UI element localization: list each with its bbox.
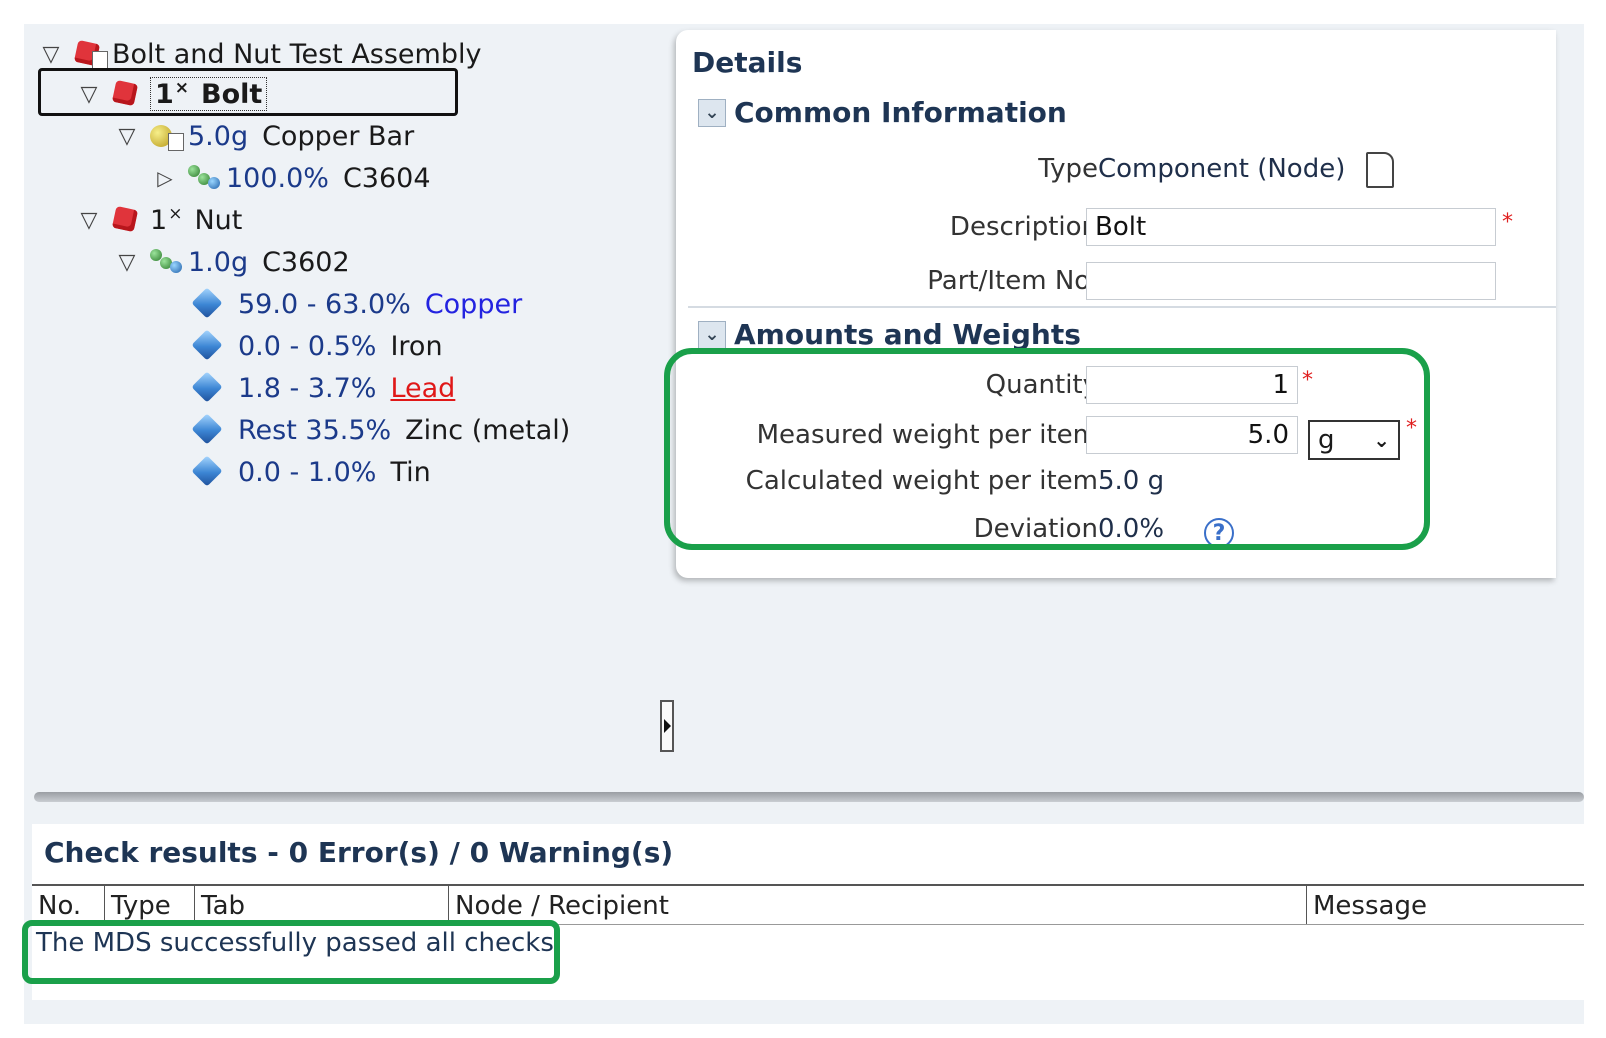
section-title: Amounts and Weights <box>734 318 1081 351</box>
column-header-tab[interactable]: Tab <box>194 884 448 924</box>
required-marker: * <box>1502 210 1513 235</box>
portion-value: 0.0 - 1.0% <box>238 456 377 488</box>
details-title: Details <box>692 46 803 79</box>
portion-value: 59.0 - 63.0% <box>238 288 411 320</box>
tree-node-substance[interactable]: 0.0 - 1.0% Tin <box>190 452 431 492</box>
chevron-down-icon[interactable]: ⌄ <box>698 98 726 127</box>
type-value: Component (Node) <box>1098 154 1346 184</box>
highlight-check-message <box>22 920 560 984</box>
substance-icon <box>190 287 226 319</box>
collapse-icon[interactable]: ▽ <box>114 124 140 149</box>
tree-node-label: Bolt and Nut Test Assembly <box>112 38 482 70</box>
horizontal-splitter[interactable] <box>34 792 1584 802</box>
portion-value: 1.8 - 3.7% <box>238 372 377 404</box>
component-icon <box>110 205 146 235</box>
weight-value: 1.0g <box>188 246 249 278</box>
description-label: Description <box>949 212 1098 242</box>
portion-value: 100.0% <box>226 162 329 194</box>
tree-node-c3604[interactable]: ▷ 100.0% C3604 <box>152 158 431 198</box>
tree-node-label: C3602 <box>262 246 350 278</box>
chevron-down-icon[interactable]: ⌄ <box>698 320 726 349</box>
component-tree: ▽ Bolt and Nut Test Assembly ▽ 1× Bolt ▽ … <box>24 24 684 804</box>
collapse-icon[interactable]: ▽ <box>76 208 102 233</box>
tree-node-label: Copper Bar <box>262 120 415 152</box>
part-item-field[interactable] <box>1086 262 1496 300</box>
tree-node-label: Copper <box>424 288 523 320</box>
document-icon[interactable] <box>1366 152 1394 188</box>
tree-node-label: Lead <box>390 372 456 404</box>
tree-node-label: 1× Nut <box>150 204 243 236</box>
tree-node-substance[interactable]: Rest 35.5% Zinc (metal) <box>190 410 570 450</box>
column-header-type[interactable]: Type <box>104 884 194 924</box>
tree-node-substance[interactable]: 0.0 - 0.5% Iron <box>190 326 443 366</box>
collapse-icon[interactable]: ▽ <box>38 42 64 67</box>
portion-value: Rest 35.5% <box>238 414 392 446</box>
component-icon <box>110 79 146 109</box>
weight-value: 5.0g <box>188 120 249 152</box>
assembly-icon <box>72 39 108 69</box>
description-field[interactable] <box>1086 208 1496 246</box>
semi-component-icon <box>148 121 184 151</box>
tree-node-label: Iron <box>390 330 443 362</box>
type-label: Type <box>1038 154 1098 184</box>
tree-node-copper-bar[interactable]: ▽ 5.0g Copper Bar <box>114 116 415 156</box>
section-divider <box>688 306 1556 308</box>
tree-node-bolt[interactable]: ▽ 1× Bolt <box>76 74 268 114</box>
check-results-title: Check results - 0 Error(s) / 0 Warning(s… <box>44 836 674 869</box>
section-amounts-weights[interactable]: ⌄ Amounts and Weights <box>698 318 1081 351</box>
collapse-icon[interactable]: ▽ <box>76 82 102 107</box>
expand-icon[interactable]: ▷ <box>152 166 178 190</box>
tree-node-label: Tin <box>390 456 431 488</box>
tree-node-substance[interactable]: 59.0 - 63.0% Copper <box>190 284 522 324</box>
highlight-amounts <box>664 348 1430 550</box>
substance-icon <box>190 455 226 487</box>
section-common-information[interactable]: ⌄ Common Information <box>698 96 1067 129</box>
substance-icon <box>190 371 226 403</box>
portion-value: 0.0 - 0.5% <box>238 330 377 362</box>
column-header-no[interactable]: No. <box>32 884 104 924</box>
tree-node-c3602[interactable]: ▽ 1.0g C3602 <box>114 242 350 282</box>
substance-icon <box>190 413 226 445</box>
material-icon <box>186 163 222 193</box>
tree-node-label: 1× Bolt <box>150 77 268 111</box>
tree-node-substance[interactable]: 1.8 - 3.7% Lead <box>190 368 455 408</box>
tree-node-label: C3604 <box>342 162 431 194</box>
column-header-message[interactable]: Message <box>1306 884 1584 924</box>
app-frame: ▽ Bolt and Nut Test Assembly ▽ 1× Bolt ▽ … <box>22 24 1584 1024</box>
tree-node-nut[interactable]: ▽ 1× Nut <box>76 200 243 240</box>
material-icon <box>148 247 184 277</box>
section-title: Common Information <box>734 96 1067 129</box>
panel-splitter-handle[interactable] <box>660 700 674 752</box>
collapse-icon[interactable]: ▽ <box>114 250 140 275</box>
column-header-node-recipient[interactable]: Node / Recipient <box>448 884 1306 924</box>
part-item-label: Part/Item No. <box>927 266 1098 296</box>
substance-icon <box>190 329 226 361</box>
tree-node-label: Zinc (metal) <box>405 414 571 446</box>
